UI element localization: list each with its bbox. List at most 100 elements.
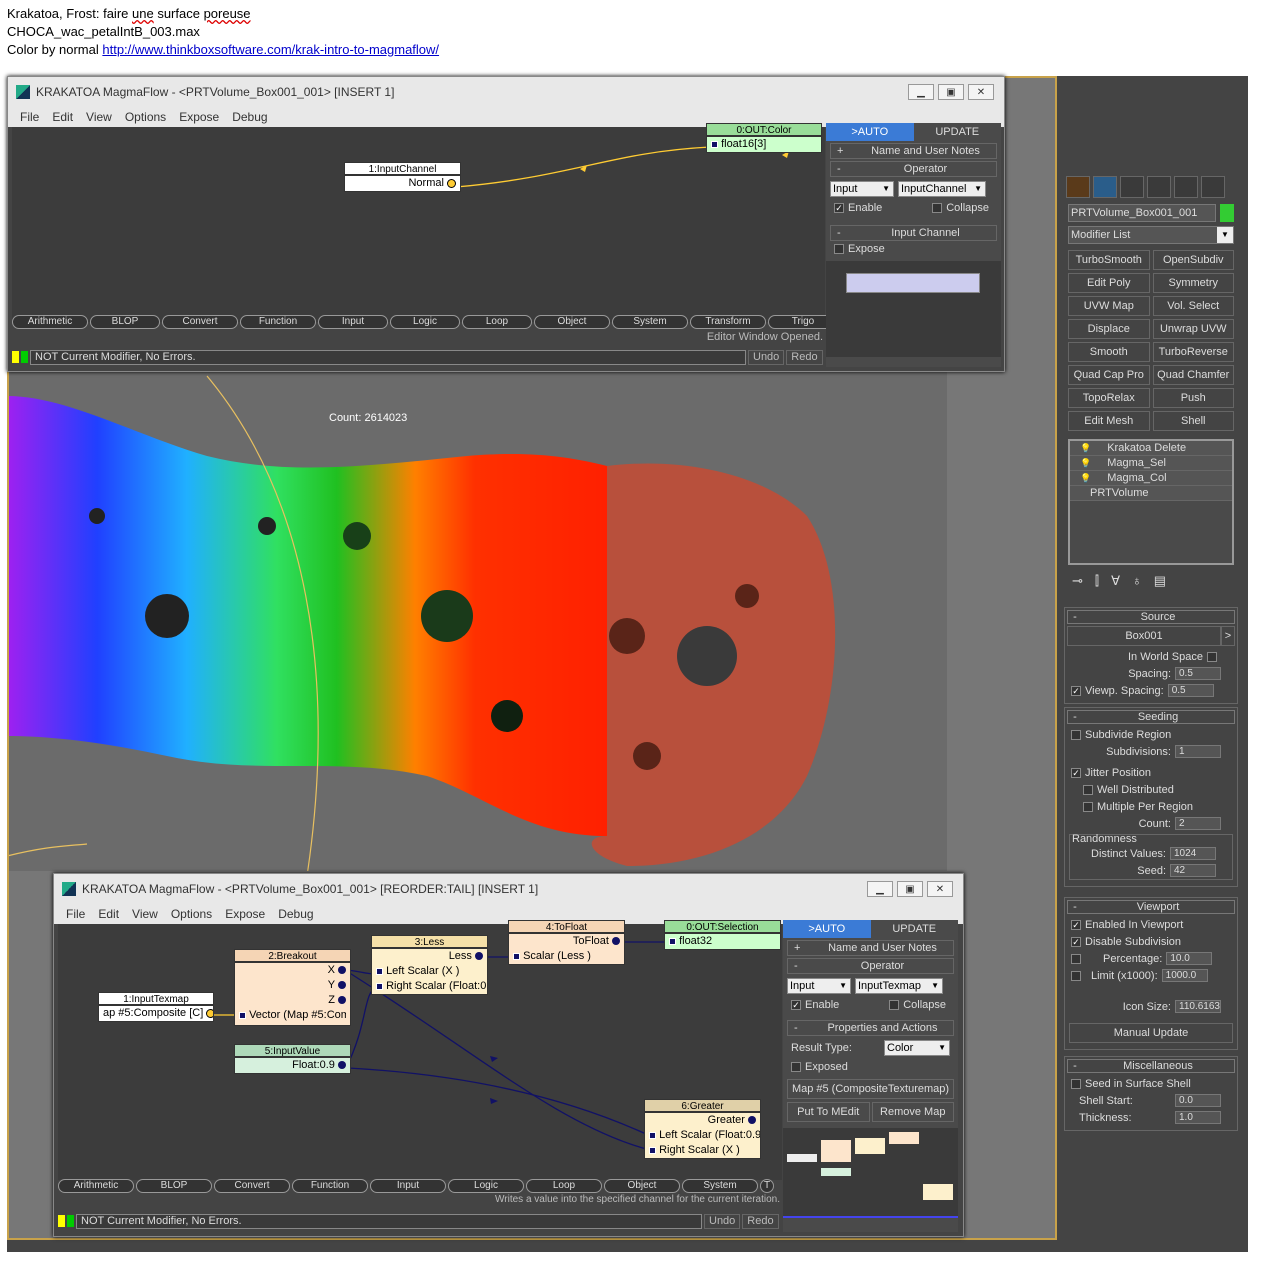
percentage-spinner[interactable]: 10.0	[1166, 952, 1213, 965]
world-space-checkbox[interactable]	[1207, 651, 1217, 662]
hierarchy-tab-icon[interactable]	[1120, 176, 1144, 198]
maximize-icon[interactable]: ▣	[938, 84, 964, 100]
input-socket-icon[interactable]	[376, 982, 383, 990]
category-function[interactable]: Function	[292, 1179, 368, 1193]
input-socket-icon[interactable]	[513, 952, 520, 960]
modifier-button-edit-mesh[interactable]: Edit Mesh	[1068, 411, 1150, 431]
misc-rollout-header[interactable]: - Miscellaneous	[1067, 1059, 1235, 1073]
update-tab[interactable]: UPDATE	[871, 920, 959, 938]
category-system[interactable]: System	[682, 1179, 758, 1193]
node-graph[interactable]: 1:InputChannel Normal 0:OUT:Color float1…	[12, 123, 825, 322]
modifier-button-shell[interactable]: Shell	[1152, 411, 1234, 431]
output-selection-node[interactable]: 0:OUT:Selection float32	[664, 920, 781, 950]
modifier-button-displace[interactable]: Displace	[1068, 319, 1150, 339]
modifier-button-unwrap-uvw[interactable]: Unwrap UVW	[1152, 319, 1234, 339]
modifier-button-uvw-map[interactable]: UVW Map	[1068, 296, 1150, 316]
input-socket-icon[interactable]	[669, 937, 676, 945]
remove-map-button[interactable]: Remove Map	[871, 1102, 954, 1122]
breakout-node[interactable]: 2:Breakout X Y Z Vector (Map #5:Comp	[234, 949, 351, 1026]
display-tab-icon[interactable]	[1174, 176, 1198, 198]
category-transform[interactable]: Transform	[690, 315, 766, 329]
modifier-button-toporelax[interactable]: TopoRelax	[1068, 388, 1150, 408]
auto-tab[interactable]: >AUTO	[826, 123, 914, 141]
output-socket-icon[interactable]	[475, 952, 483, 961]
output-socket-icon[interactable]	[338, 981, 346, 990]
input-value-node[interactable]: 5:InputValue Float:0.9	[234, 1044, 351, 1074]
input-channel-node[interactable]: 1:InputChannel Normal	[344, 162, 461, 192]
make-unique-icon[interactable]: ∀	[1111, 573, 1120, 589]
category-input[interactable]: Input	[318, 315, 388, 329]
menu-options[interactable]: Options	[171, 907, 212, 921]
source-rollout-header[interactable]: - Source	[1067, 610, 1235, 624]
motion-tab-icon[interactable]	[1147, 176, 1171, 198]
result-type-select[interactable]: Color	[884, 1040, 950, 1056]
maximize-icon[interactable]: ▣	[897, 881, 923, 897]
enable-checkbox[interactable]: ✓	[834, 203, 844, 214]
category-arithmetic[interactable]: Arithmetic	[58, 1179, 134, 1193]
category-logic[interactable]: Logic	[390, 315, 460, 329]
update-tab[interactable]: UPDATE	[914, 123, 1002, 141]
category-arithmetic[interactable]: Arithmetic	[12, 315, 88, 329]
menu-edit[interactable]: Edit	[52, 110, 73, 124]
close-icon[interactable]: ✕	[968, 84, 994, 100]
menu-view[interactable]: View	[86, 110, 112, 124]
limit-checkbox[interactable]	[1071, 970, 1081, 981]
lightbulb-icon[interactable]: 💡	[1080, 473, 1091, 483]
modifier-button-turbosmooth[interactable]: TurboSmooth	[1068, 250, 1150, 270]
limit-spinner[interactable]: 1000.0	[1161, 969, 1208, 982]
greater-node[interactable]: 6:Greater Greater Left Scalar (Float:0.9…	[644, 1099, 761, 1159]
input-socket-icon[interactable]	[711, 140, 718, 148]
category-object[interactable]: Object	[534, 315, 610, 329]
viewport-spacing-checkbox[interactable]: ✓	[1071, 685, 1081, 696]
menu-debug[interactable]: Debug	[232, 110, 267, 124]
enable-checkbox[interactable]: ✓	[791, 1000, 801, 1011]
source-object-button[interactable]: Box001	[1067, 626, 1221, 646]
stack-item-magma-sel[interactable]: 💡 Magma_Sel	[1070, 456, 1232, 471]
percentage-checkbox[interactable]	[1071, 953, 1081, 964]
window-title-bar[interactable]: KRAKATOA MagmaFlow - <PRTVolume_Box001_0…	[54, 874, 963, 904]
utilities-tab-icon[interactable]	[1201, 176, 1225, 198]
name-notes-rollout[interactable]: + Name and User Notes	[787, 940, 954, 956]
count-spinner[interactable]: 2	[1175, 817, 1221, 830]
input-channel-rollout[interactable]: - Input Channel	[830, 225, 997, 241]
manual-update-button[interactable]: Manual Update	[1069, 1023, 1233, 1043]
input-texmap-node[interactable]: 1:InputTexmap ap #5:Composite [C]	[98, 992, 214, 1022]
properties-rollout[interactable]: - Properties and Actions	[787, 1020, 954, 1036]
category-loop[interactable]: Loop	[526, 1179, 602, 1193]
map-button[interactable]: Map #5 (CompositeTexturemap)	[787, 1079, 954, 1099]
menu-file[interactable]: File	[20, 110, 39, 124]
create-tab-icon[interactable]	[1066, 176, 1090, 198]
modifier-button-quad-cap-pro[interactable]: Quad Cap Pro	[1068, 365, 1150, 385]
category-convert[interactable]: Convert	[162, 315, 238, 329]
menu-debug[interactable]: Debug	[278, 907, 313, 921]
menu-file[interactable]: File	[66, 907, 85, 921]
modifier-button-turboreverse[interactable]: TurboReverse	[1152, 342, 1234, 362]
menu-expose[interactable]: Expose	[225, 907, 265, 921]
redo-button[interactable]: Redo	[742, 1213, 779, 1229]
auto-tab[interactable]: >AUTO	[783, 920, 871, 938]
modify-tab-icon[interactable]	[1093, 176, 1117, 198]
seed-spinner[interactable]: 42	[1170, 864, 1216, 877]
subdivide-region-checkbox[interactable]	[1071, 729, 1081, 740]
enabled-in-viewport-checkbox[interactable]: ✓	[1071, 919, 1081, 930]
node-graph[interactable]: 1:InputTexmap ap #5:Composite [C] 2:Brea…	[58, 920, 782, 1180]
shell-start-spinner[interactable]: 0.0	[1175, 1094, 1221, 1107]
category-object[interactable]: Object	[604, 1179, 680, 1193]
category-convert[interactable]: Convert	[214, 1179, 290, 1193]
category-input[interactable]: Input	[370, 1179, 446, 1193]
minimize-icon[interactable]: ▁	[867, 881, 893, 897]
remove-modifier-icon[interactable]: ♁	[1132, 573, 1142, 589]
redo-button[interactable]: Redo	[786, 349, 823, 365]
window-title-bar[interactable]: KRAKATOA MagmaFlow - <PRTVolume_Box001_0…	[8, 77, 1004, 107]
operator-type-select[interactable]: Input	[787, 978, 851, 994]
well-distributed-checkbox[interactable]	[1083, 784, 1093, 795]
modifier-button-opensubdiv[interactable]: OpenSubdiv	[1152, 250, 1234, 270]
less-node[interactable]: 3:Less Less Left Scalar (X ) Right Scala…	[371, 935, 488, 995]
icon-size-spinner[interactable]: 110.6163	[1175, 1000, 1221, 1013]
pin-stack-icon[interactable]: ⊸	[1072, 573, 1083, 589]
distinct-values-spinner[interactable]: 1024	[1170, 847, 1216, 860]
operator-rollout[interactable]: - Operator	[787, 958, 954, 974]
multiple-per-region-checkbox[interactable]	[1083, 801, 1093, 812]
category-system[interactable]: System	[612, 315, 688, 329]
disable-subdivision-checkbox[interactable]: ✓	[1071, 936, 1081, 947]
